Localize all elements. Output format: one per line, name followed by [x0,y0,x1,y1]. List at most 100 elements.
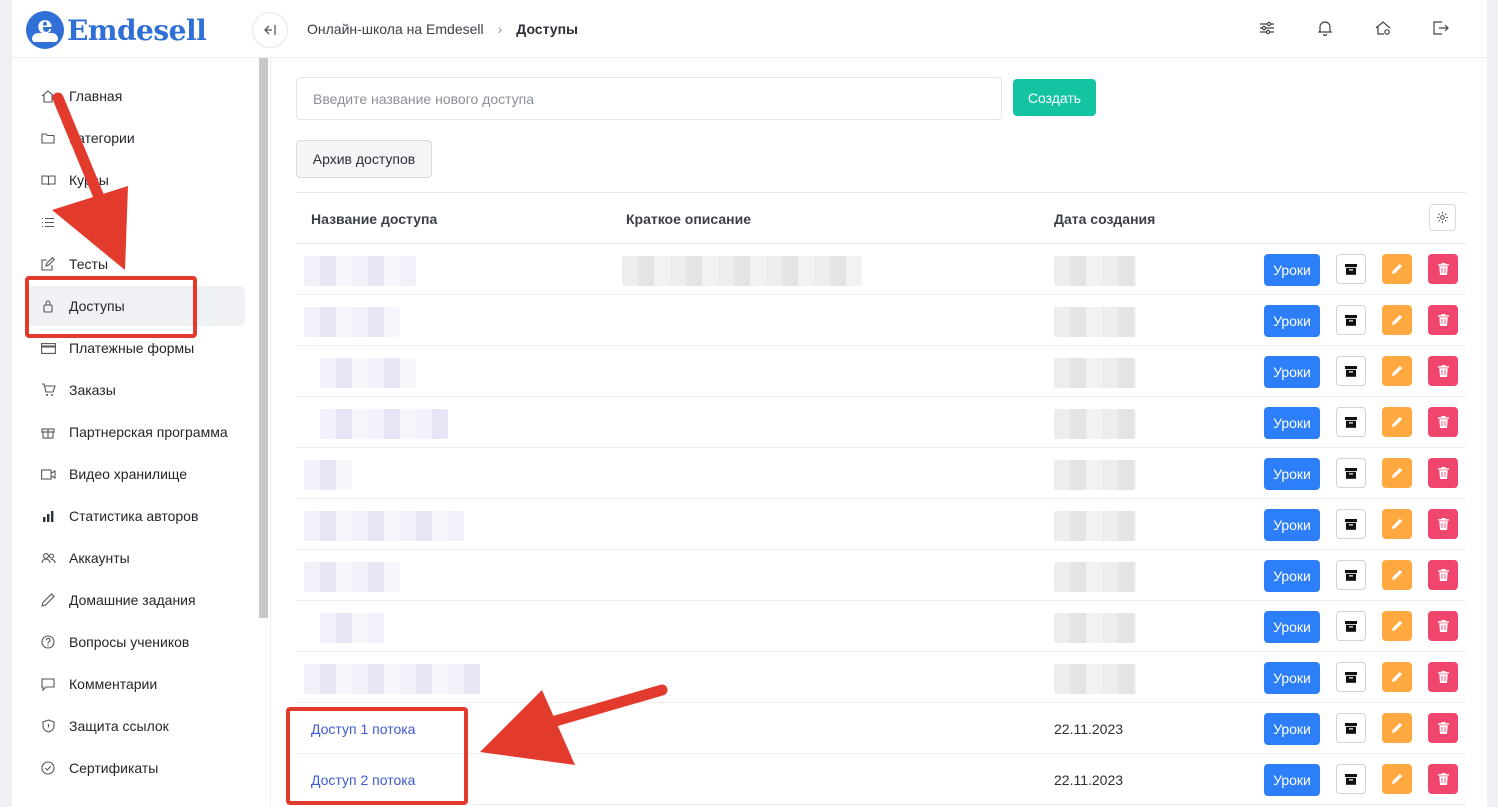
filter-sliders-icon[interactable] [1257,18,1277,38]
cart-icon [38,380,58,400]
table-row: Уроки [296,652,1466,703]
blurred-date [1054,256,1136,286]
edit-button[interactable] [1382,254,1412,284]
create-button[interactable]: Создать [1013,79,1096,116]
edit-button[interactable] [1382,713,1412,743]
edit-button[interactable] [1382,560,1412,590]
edit-button[interactable] [1382,356,1412,386]
edit-button[interactable] [1382,764,1412,794]
lessons-button[interactable]: Уроки [1264,254,1320,286]
delete-button[interactable] [1428,713,1458,743]
table-row: Доступ 1 потока 22.11.2023 Уроки [296,703,1466,754]
trash-icon [1437,569,1449,581]
blurred-date [1054,613,1136,643]
breadcrumb-root[interactable]: Онлайн-школа на Emdesell [307,21,484,37]
delete-button[interactable] [1428,254,1458,284]
archive-access-button[interactable]: Архив доступов [296,140,432,178]
lessons-button[interactable]: Уроки [1264,407,1320,439]
delete-button[interactable] [1428,458,1458,488]
access-table: Название доступа Краткое описание Дата с… [296,192,1466,805]
sidebar-item-link-protection[interactable]: Защита ссылок [27,706,245,746]
archive-button[interactable] [1336,611,1366,641]
sidebar-item-comments[interactable]: Комментарии [27,664,245,704]
delete-button[interactable] [1428,662,1458,692]
archive-button[interactable] [1336,458,1366,488]
sidebar-item-author-stats[interactable]: Статистика авторов [27,496,245,536]
trash-icon [1437,671,1449,683]
sidebar-item-list[interactable] [27,202,245,242]
archive-button[interactable] [1336,764,1366,794]
lessons-button[interactable]: Уроки [1264,560,1320,592]
column-header-date[interactable]: Дата создания [1054,211,1155,227]
book-icon [38,170,58,190]
table-row: Уроки [296,295,1466,346]
sidebar-item-courses[interactable]: Курсы [27,160,245,200]
table-row: Доступ 2 потока 22.11.2023 Уроки [296,754,1466,805]
delete-button[interactable] [1428,407,1458,437]
collapse-sidebar-button[interactable] [252,12,288,48]
blurred-name [320,613,384,643]
delete-button[interactable] [1428,560,1458,590]
lessons-button[interactable]: Уроки [1264,356,1320,388]
delete-button[interactable] [1428,305,1458,335]
home-settings-icon[interactable] [1373,18,1393,38]
pencil-icon [1392,671,1403,682]
edit-button[interactable] [1382,509,1412,539]
table-row: Уроки [296,397,1466,448]
archive-button[interactable] [1336,356,1366,386]
logo[interactable]: e Emdesell [26,10,207,49]
sidebar-item-video-storage[interactable]: Видео хранилище [27,454,245,494]
delete-button[interactable] [1428,509,1458,539]
edit-button[interactable] [1382,458,1412,488]
archive-button[interactable] [1336,254,1366,284]
lessons-button[interactable]: Уроки [1264,305,1320,337]
sidebar-item-home[interactable]: Главная [27,76,245,116]
bell-icon[interactable] [1315,18,1335,38]
lessons-button[interactable]: Уроки [1264,662,1320,694]
archive-button[interactable] [1336,407,1366,437]
archive-button[interactable] [1336,713,1366,743]
sidebar-item-categories[interactable]: Категории [27,118,245,158]
trash-icon [1437,467,1449,479]
logo-letter: e [37,10,53,39]
lessons-button[interactable]: Уроки [1264,713,1320,745]
delete-button[interactable] [1428,764,1458,794]
sidebar-item-label: Комментарии [69,676,158,692]
archive-button[interactable] [1336,509,1366,539]
sidebar-item-student-questions[interactable]: Вопросы учеников [27,622,245,662]
archive-box-icon [1345,314,1357,326]
delete-button[interactable] [1428,356,1458,386]
users-icon [38,548,58,568]
column-header-name[interactable]: Название доступа [311,211,437,227]
trash-icon [1437,518,1449,530]
annotation-box-rows [286,707,468,805]
lessons-button[interactable]: Уроки [1264,611,1320,643]
lessons-button[interactable]: Уроки [1264,764,1320,796]
sidebar-scrollbar[interactable] [259,58,268,618]
sidebar-item-label: Категории [69,130,135,146]
sidebar-item-orders[interactable]: Заказы [27,370,245,410]
column-header-description[interactable]: Краткое описание [626,211,751,227]
edit-button[interactable] [1382,407,1412,437]
top-toolbar [1257,18,1451,38]
archive-box-icon [1345,569,1357,581]
delete-button[interactable] [1428,611,1458,641]
archive-button[interactable] [1336,662,1366,692]
edit-button[interactable] [1382,611,1412,641]
lessons-button[interactable]: Уроки [1264,509,1320,541]
logout-icon[interactable] [1431,18,1451,38]
blurred-date [1054,511,1136,541]
edit-square-icon [38,254,58,274]
archive-button[interactable] [1336,560,1366,590]
lessons-button[interactable]: Уроки [1264,458,1320,490]
edit-button[interactable] [1382,662,1412,692]
edit-button[interactable] [1382,305,1412,335]
archive-button[interactable] [1336,305,1366,335]
sidebar-item-accounts[interactable]: Аккаунты [27,538,245,578]
new-access-name-input[interactable] [296,77,1002,120]
sidebar-item-certificates[interactable]: Сертификаты [27,748,245,788]
pencil-icon [1392,314,1403,325]
sidebar-item-homework[interactable]: Домашние задания [27,580,245,620]
table-settings-button[interactable] [1429,204,1456,231]
sidebar-item-partner-program[interactable]: Партнерская программа [27,412,245,452]
